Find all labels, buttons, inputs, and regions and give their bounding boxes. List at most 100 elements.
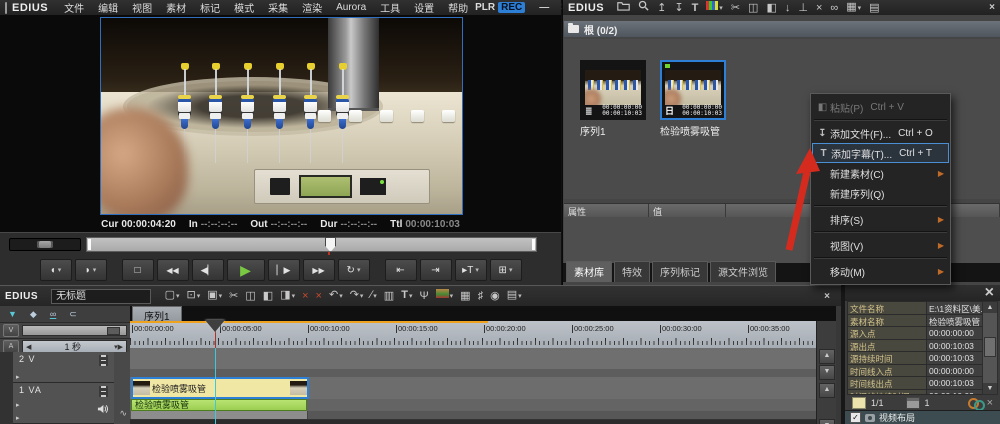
play-button[interactable]: ▶ <box>227 259 265 281</box>
menu-item-move[interactable]: 移动(M) ▶ <box>812 261 949 281</box>
scroll-up-icon[interactable]: ▲ <box>983 302 997 313</box>
multicam-button[interactable]: ⊞▾ <box>490 259 522 281</box>
insert-icon[interactable]: ⊥ <box>794 1 812 15</box>
remove-icon[interactable]: × <box>987 397 993 409</box>
menu-settings[interactable]: 设置 <box>407 0 441 15</box>
goto-out-button[interactable]: ⇥ <box>420 259 452 281</box>
timeline-playhead-handle[interactable] <box>205 320 225 342</box>
playhead-handle[interactable] <box>325 237 336 252</box>
shuttle-slider[interactable] <box>9 238 81 251</box>
view-grid-icon[interactable]: ▦▾ <box>842 0 865 16</box>
video-track-icon[interactable] <box>99 355 108 366</box>
unlink-icon[interactable] <box>968 398 982 408</box>
plr-button[interactable]: PLR <box>475 2 495 13</box>
zoom-right-icon[interactable]: ▶ <box>118 343 123 351</box>
tab-source-browser[interactable]: 源文件浏览 <box>710 261 776 282</box>
set-out-button[interactable]: ◗▾ <box>75 259 107 281</box>
position-bar[interactable] <box>86 237 537 252</box>
menu-file[interactable]: 文件 <box>57 0 91 15</box>
bin-close-button[interactable]: × <box>983 2 1000 13</box>
pin-icon[interactable]: ↓ <box>781 1 795 15</box>
clip-card-sequence[interactable]: ≣ 00:00:00:0000:00:10:03 序列1 <box>580 60 646 138</box>
track-expand-down-button[interactable]: ▼ <box>819 419 835 424</box>
open-project-icon[interactable]: ⊡▾ <box>183 288 204 304</box>
audio-clip[interactable]: 检验喷雾吸管 <box>131 399 307 411</box>
layout-checkbox[interactable]: ✓ <box>850 412 861 423</box>
header-slider-handle[interactable] <box>107 327 120 335</box>
delete-in-out-icon[interactable]: × <box>312 289 325 303</box>
menu-item-view[interactable]: 视图(V) ▶ <box>812 235 949 255</box>
menu-item-sort[interactable]: 排序(S) ▶ <box>812 209 949 229</box>
new-sequence-icon[interactable]: ▢▾ <box>161 288 183 304</box>
tab-sequence-marker[interactable]: 序列标记 <box>652 261 708 282</box>
header-slider[interactable] <box>22 325 127 336</box>
ripple-delete-icon[interactable]: × <box>299 289 312 303</box>
new-folder-icon[interactable] <box>613 1 634 15</box>
undo-icon[interactable]: ↶▾ <box>325 288 346 304</box>
replace-icon[interactable]: ◨▾ <box>277 288 299 304</box>
timeline-close-button[interactable]: × <box>818 291 836 302</box>
sync-lock-icon[interactable]: ∿ <box>119 408 127 419</box>
clip-thumbnail-selected[interactable]: 日 00:00:00:0000:00:10:03 <box>660 60 726 120</box>
set-in-button[interactable]: ◖▾ <box>40 259 72 281</box>
track-lane-1va-video[interactable]: 检验喷雾吸管 <box>130 377 817 400</box>
audio-mixer-icon[interactable]: ♯ <box>474 289 487 303</box>
rewind-button[interactable]: ◀◀ <box>157 259 189 281</box>
expand-icon[interactable]: ▸ <box>16 401 20 409</box>
video-mute-button[interactable]: V <box>3 324 19 337</box>
goto-in-button[interactable]: ⇤ <box>385 259 417 281</box>
next-frame-button[interactable]: ▏▶ <box>268 259 300 281</box>
clip-thumbnail[interactable]: ≣ 00:00:00:0000:00:10:03 <box>580 60 646 120</box>
menu-edit[interactable]: 编辑 <box>91 0 125 15</box>
menu-item-new-sequence[interactable]: 新建序列(Q) <box>812 183 949 203</box>
paste-icon[interactable]: ◧ <box>259 289 276 303</box>
add-title-icon[interactable]: T <box>688 1 703 15</box>
copy-icon[interactable]: ◫ <box>744 1 762 15</box>
menu-view[interactable]: 视图 <box>125 0 159 15</box>
clip-card-video[interactable]: 日 00:00:00:0000:00:10:03 检验喷雾吸管 <box>660 60 726 138</box>
cut-icon[interactable]: ✂ <box>727 1 744 15</box>
stop-button[interactable]: □ <box>122 259 154 281</box>
voiceover-mic-icon[interactable]: Ψ <box>416 289 432 303</box>
video-track-icon[interactable] <box>99 386 108 397</box>
track-expand-down-button[interactable]: ▼ <box>819 365 835 380</box>
scroll-down-icon[interactable]: ▼ <box>983 383 997 394</box>
menu-aurora[interactable]: Aurora <box>329 2 373 13</box>
bin-case-icon[interactable]: ▤ <box>865 1 883 15</box>
insert-to-timeline-button[interactable]: ▸T▾ <box>455 259 487 281</box>
menu-item-add-file[interactable]: ↧ 添加文件(F)... Ctrl + O <box>812 123 949 143</box>
menu-marker[interactable]: 标记 <box>193 0 227 15</box>
grid-view-icon[interactable]: ▦ <box>457 289 474 303</box>
save-project-icon[interactable]: ▣▾ <box>204 288 226 304</box>
track-expand-up-button[interactable]: ▲ <box>819 349 835 364</box>
prev-frame-button[interactable]: ◀▏ <box>192 259 224 281</box>
colorbar-clip-icon[interactable]: ▾ <box>702 0 727 16</box>
menu-mode[interactable]: 模式 <box>227 0 261 15</box>
track-lane-sub[interactable] <box>130 411 817 420</box>
tab-bin[interactable]: 素材库 <box>566 261 612 282</box>
note-icon[interactable] <box>852 397 866 409</box>
track-expand-up-button[interactable]: ▲ <box>819 383 835 398</box>
track-lane-2v[interactable] <box>130 348 817 378</box>
menu-tools[interactable]: 工具 <box>373 0 407 15</box>
add-file-icon[interactable]: ↧ <box>670 1 687 15</box>
group-mode-icon[interactable]: ⊂ <box>69 309 77 320</box>
sync-mode-icon[interactable]: ◆ <box>30 309 37 320</box>
fast-forward-button[interactable]: ▶▶ <box>303 259 335 281</box>
menu-help[interactable]: 帮助 <box>441 0 475 15</box>
menu-clip[interactable]: 素材 <box>159 0 193 15</box>
up-folder-icon[interactable]: ↥ <box>653 1 670 15</box>
video-clip[interactable]: 检验喷雾吸管 <box>131 377 309 399</box>
rec-button[interactable]: REC <box>498 2 525 13</box>
timeline-ruler[interactable]: 00:00:00:00 00:00:05:00 00:00:10:00 00:0… <box>130 321 817 349</box>
search-icon[interactable] <box>634 0 653 15</box>
color-correction-icon[interactable]: ▾ <box>432 288 457 304</box>
track-header-2v[interactable]: 2 V ▸ <box>13 352 114 383</box>
link-mode-icon[interactable]: ∞ <box>50 309 56 319</box>
col-attr[interactable]: 属性 <box>564 204 649 217</box>
match-frame-icon[interactable]: ▥ <box>380 289 397 303</box>
properties-scrollbar[interactable]: ▲ ▼ <box>982 301 998 395</box>
scrollbar-thumb[interactable] <box>984 337 996 357</box>
cut-icon[interactable]: ✂ <box>226 289 242 303</box>
menu-item-add-title[interactable]: T 添加字幕(T)... Ctrl + T <box>812 143 949 163</box>
